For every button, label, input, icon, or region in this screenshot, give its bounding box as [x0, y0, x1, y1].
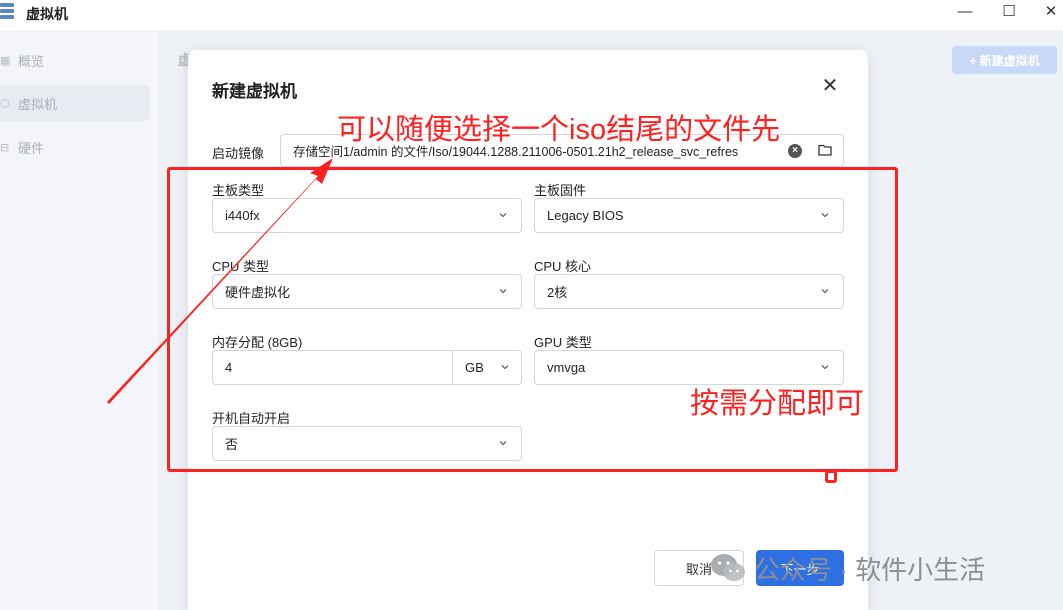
watermark: 公众号 · 软件小生活: [710, 548, 985, 588]
watermark-text: 公众号 · 软件小生活: [754, 554, 986, 585]
annotation-arrow: [107, 158, 333, 404]
annotation-text-allocate: 按需分配即可: [690, 388, 865, 420]
wechat-icon: [711, 554, 745, 581]
annotation-text-iso: 可以随便选择一个iso结尾的文件先: [337, 114, 781, 146]
